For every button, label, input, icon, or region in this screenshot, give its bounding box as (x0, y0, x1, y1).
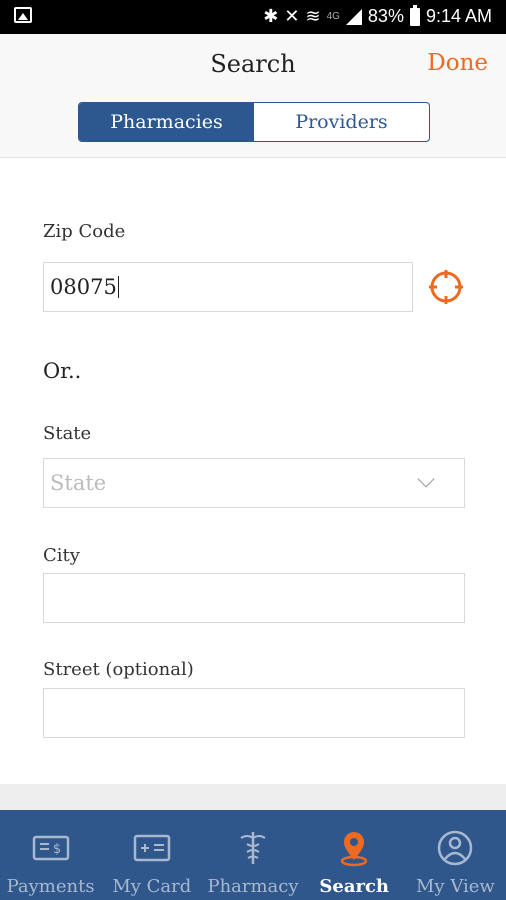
current-location-icon[interactable] (428, 269, 464, 305)
bottom-navigation: $ Payments My Card Pharmacy Search My Vi… (0, 810, 506, 900)
signal-icon (345, 8, 362, 25)
tab-pharmacies[interactable]: Pharmacies (79, 103, 254, 141)
nav-my-card-label: My Card (112, 876, 192, 897)
nav-my-view[interactable]: My View (405, 810, 506, 900)
street-input[interactable] (43, 688, 465, 738)
location-pin-icon (340, 832, 368, 867)
search-type-segmented-control: Pharmacies Providers (78, 102, 430, 142)
state-select[interactable]: State (43, 458, 465, 508)
state-placeholder: State (50, 471, 107, 495)
nav-my-card[interactable]: My Card (101, 810, 202, 900)
battery-icon (409, 4, 420, 26)
nav-payments-label: Payments (6, 876, 95, 897)
battery-percent: 83% (367, 6, 404, 26)
search-form: Zip Code 08075 Or.. State State City Str… (0, 159, 506, 784)
done-button[interactable]: Done (427, 50, 488, 76)
nav-payments[interactable]: $ Payments (0, 810, 101, 900)
nav-pharmacy[interactable]: Pharmacy (202, 810, 303, 900)
zip-code-input[interactable]: 08075 (43, 262, 413, 312)
nav-pharmacy-label: Pharmacy (207, 876, 299, 897)
profile-icon (438, 830, 473, 866)
header: Search Done Pharmacies Providers (0, 34, 506, 158)
city-input[interactable] (43, 573, 465, 623)
card-icon (133, 834, 171, 862)
nav-my-view-label: My View (416, 876, 495, 897)
street-label: Street (optional) (43, 659, 194, 680)
network-type: 4G (326, 11, 340, 22)
zip-code-label: Zip Code (43, 221, 126, 242)
gallery-notification-icon (14, 7, 32, 23)
chevron-down-icon (417, 470, 435, 488)
tab-providers[interactable]: Providers (254, 103, 429, 141)
text-cursor (117, 276, 119, 298)
or-separator: Or.. (43, 359, 82, 383)
svg-text:$: $ (52, 842, 60, 857)
state-label: State (43, 423, 92, 444)
nav-search-label: Search (319, 876, 390, 897)
form-footer-divider (0, 784, 506, 810)
bluetooth-icon: ✱ (263, 6, 279, 26)
status-bar: ✱ ✕ ≋ 4G 83% 9:14 AM (0, 0, 506, 34)
caduceus-icon (240, 832, 266, 864)
city-label: City (43, 545, 80, 566)
nav-search[interactable]: Search (304, 810, 405, 900)
wifi-icon: ≋ (305, 6, 321, 26)
payments-icon: $ (32, 835, 69, 861)
zip-code-value: 08075 (50, 275, 117, 299)
clock: 9:14 AM (425, 6, 492, 26)
mute-icon: ✕ (284, 6, 300, 26)
